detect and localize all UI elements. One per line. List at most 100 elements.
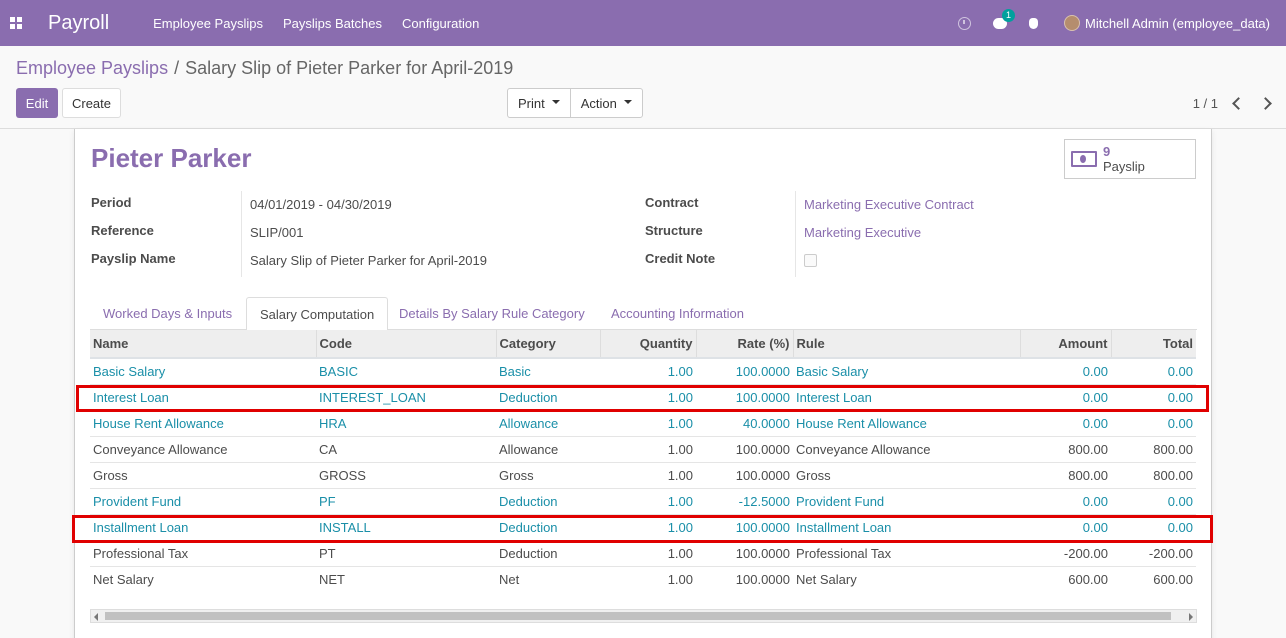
table-cell: House Rent Allowance — [90, 409, 316, 436]
col-category[interactable]: Category — [496, 330, 601, 359]
user-name: Mitchell Admin (employee_data) — [1085, 15, 1270, 31]
table-cell: GROSS — [316, 461, 496, 488]
scroll-thumb[interactable] — [105, 612, 1171, 620]
col-amount[interactable]: Amount — [1020, 330, 1112, 359]
salary-computation-table: Name Code Category Quantity Rate (%) Rul… — [90, 330, 1197, 592]
table-cell: Conveyance Allowance — [90, 435, 316, 462]
col-rule[interactable]: Rule — [793, 330, 1021, 359]
horizontal-scrollbar[interactable] — [90, 609, 1197, 623]
pager: 1 / 1 — [1193, 88, 1272, 118]
table-row[interactable]: House Rent Allowance HRA Allowance 1.00 40.0… — [90, 409, 1196, 436]
systray: 1 Mitchell Admin (employee_data) — [936, 0, 1270, 46]
table-cell: NET — [316, 565, 496, 592]
table-cell: Provident Fund — [90, 487, 316, 514]
employee-title: Pieter Parker — [91, 143, 252, 173]
bug-icon — [1029, 17, 1039, 29]
table-cell: Basic Salary — [793, 357, 1020, 384]
payslip-name-value: Salary Slip of Pieter Parker for April-2… — [250, 253, 487, 268]
table-cell: Deduction — [496, 539, 600, 566]
table-cell: Gross — [496, 461, 600, 488]
apps-menu-button[interactable] — [0, 0, 32, 46]
table-cell: 800.00 — [1111, 435, 1196, 462]
activity-button[interactable] — [958, 16, 972, 30]
table-cell: 100.0000 — [696, 539, 793, 566]
table-cell: 1.00 — [600, 539, 696, 566]
chat-badge: 1 — [1002, 8, 1016, 22]
clock-icon — [958, 16, 972, 30]
print-dropdown[interactable]: Print — [508, 89, 570, 117]
payslip-label: Payslip — [1103, 159, 1145, 174]
table-row[interactable]: Professional Tax PT Deduction 1.00 100.0000 P… — [90, 539, 1196, 566]
table-cell: Basic — [496, 357, 600, 384]
user-menu[interactable]: Mitchell Admin (employee_data) — [1064, 15, 1270, 31]
col-code[interactable]: Code — [316, 330, 497, 359]
table-cell: 0.00 — [1111, 487, 1196, 514]
action-dropdown[interactable]: Action — [569, 89, 642, 117]
table-cell: Professional Tax — [90, 539, 316, 566]
table-cell: -200.00 — [1020, 539, 1111, 566]
payslip-count: 9 — [1103, 144, 1111, 159]
table-cell: 800.00 — [1111, 461, 1196, 488]
table-cell: 100.0000 — [696, 565, 793, 592]
menu-configuration[interactable]: Configuration — [392, 16, 489, 31]
table-row[interactable]: Provident Fund PF Deduction 1.00 -12.5000 Pro… — [90, 487, 1196, 514]
reference-value: SLIP/001 — [250, 225, 304, 240]
table-cell: PF — [316, 487, 496, 514]
table-cell: Net Salary — [793, 565, 1020, 592]
col-total[interactable]: Total — [1111, 330, 1196, 359]
menu-employee-payslips[interactable]: Employee Payslips — [143, 16, 273, 31]
tab-worked-days[interactable]: Worked Days & Inputs — [90, 297, 245, 330]
table-cell: 40.0000 — [696, 409, 793, 436]
structure-label: Structure — [645, 223, 703, 238]
scroll-right-icon[interactable] — [1189, 613, 1193, 621]
scroll-left-icon[interactable] — [94, 613, 98, 621]
table-cell: Deduction — [496, 487, 600, 514]
table-cell: 0.00 — [1020, 357, 1111, 384]
chevron-left-icon[interactable] — [1232, 96, 1245, 110]
highlight-interest-loan — [76, 385, 1209, 412]
debug-button[interactable] — [1029, 17, 1039, 29]
tab-accounting-info[interactable]: Accounting Information — [598, 297, 757, 330]
pager-value[interactable]: 1 / 1 — [1193, 96, 1218, 111]
action-label: Action — [580, 95, 617, 111]
col-name[interactable]: Name — [90, 330, 317, 359]
table-cell: 1.00 — [600, 435, 696, 462]
table-row[interactable]: Net Salary NET Net 1.00 100.0000 Net Salary 60… — [90, 565, 1196, 592]
table-cell: Gross — [90, 461, 316, 488]
structure-value[interactable]: Marketing Executive — [804, 225, 921, 240]
caret-down-icon — [551, 99, 560, 104]
col-quantity[interactable]: Quantity — [600, 330, 697, 359]
print-label: Print — [518, 95, 545, 111]
field-divider — [795, 191, 796, 277]
breadcrumb-parent[interactable]: Employee Payslips — [16, 58, 168, 79]
table-cell: Provident Fund — [793, 487, 1020, 514]
period-label: Period — [91, 195, 132, 210]
table-row[interactable]: Basic Salary BASIC Basic 1.00 100.0000 Basic … — [90, 357, 1196, 384]
create-button[interactable]: Create — [62, 88, 121, 118]
table-cell: Basic Salary — [90, 357, 316, 384]
table-cell: 100.0000 — [696, 435, 793, 462]
table-cell: Gross — [793, 461, 1020, 488]
highlight-installment-loan — [72, 515, 1213, 543]
table-header: Name Code Category Quantity Rate (%) Rul… — [90, 330, 1196, 359]
chevron-right-icon[interactable] — [1259, 96, 1272, 110]
col-rate[interactable]: Rate (%) — [696, 330, 794, 359]
table-row[interactable]: Gross GROSS Gross 1.00 100.0000 Gross 800.00 80… — [90, 461, 1196, 488]
menu-payslips-batches[interactable]: Payslips Batches — [273, 16, 392, 31]
edit-button[interactable]: Edit — [16, 88, 58, 118]
reference-label: Reference — [91, 223, 154, 238]
table-cell: 100.0000 — [696, 461, 793, 488]
tab-details-by-category[interactable]: Details By Salary Rule Category — [386, 297, 598, 330]
app-brand[interactable]: Payroll — [48, 12, 109, 35]
credit-note-checkbox[interactable] — [804, 254, 817, 267]
messaging-button[interactable]: 1 — [993, 8, 1016, 29]
payslip-smart-button[interactable]: 9 Payslip — [1064, 139, 1196, 179]
form-sheet: Pieter Parker 9 Payslip Period 04/01/201… — [74, 129, 1212, 638]
table-cell: 0.00 — [1111, 357, 1196, 384]
table-cell: Net — [496, 565, 600, 592]
caret-down-icon — [623, 99, 632, 104]
table-row[interactable]: Conveyance Allowance CA Allowance 1.00 100.0… — [90, 435, 1196, 462]
tab-salary-computation[interactable]: Salary Computation — [246, 297, 389, 331]
contract-value[interactable]: Marketing Executive Contract — [804, 197, 974, 212]
table-cell: 0.00 — [1111, 409, 1196, 436]
